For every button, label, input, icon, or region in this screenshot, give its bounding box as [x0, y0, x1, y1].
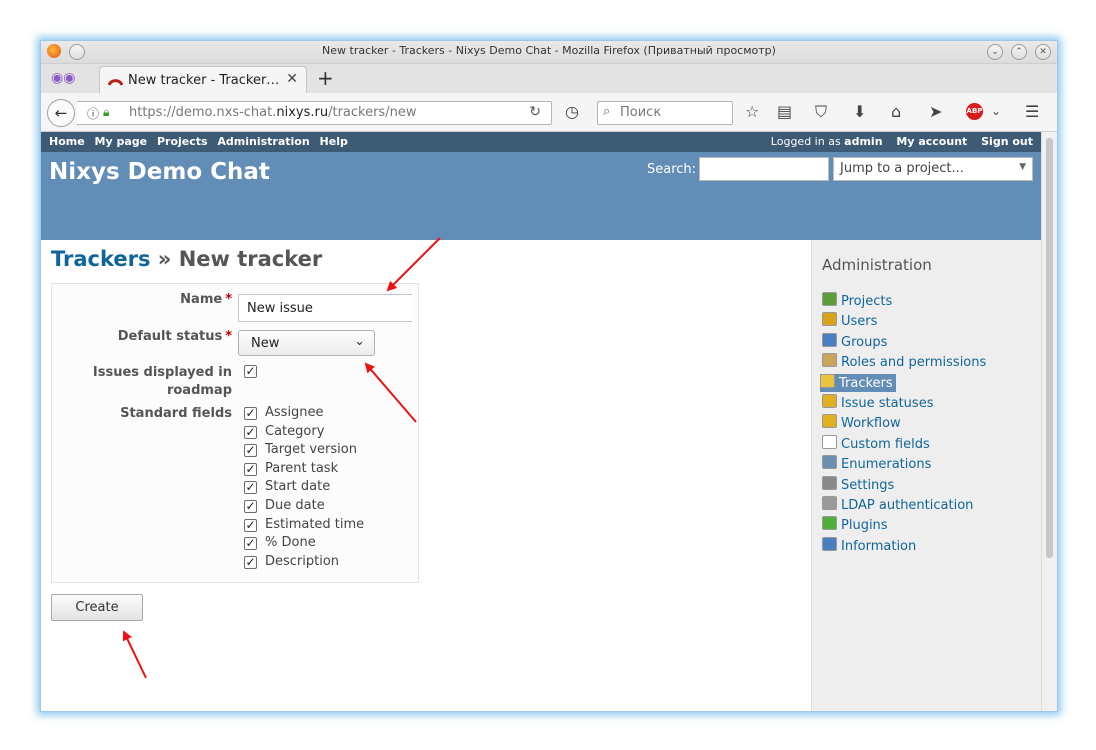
annotation-arrow-name	[386, 237, 441, 292]
annotation-arrow-status	[364, 362, 417, 423]
annotation-arrow-create	[122, 630, 147, 679]
annotation-arrows	[122, 237, 441, 679]
